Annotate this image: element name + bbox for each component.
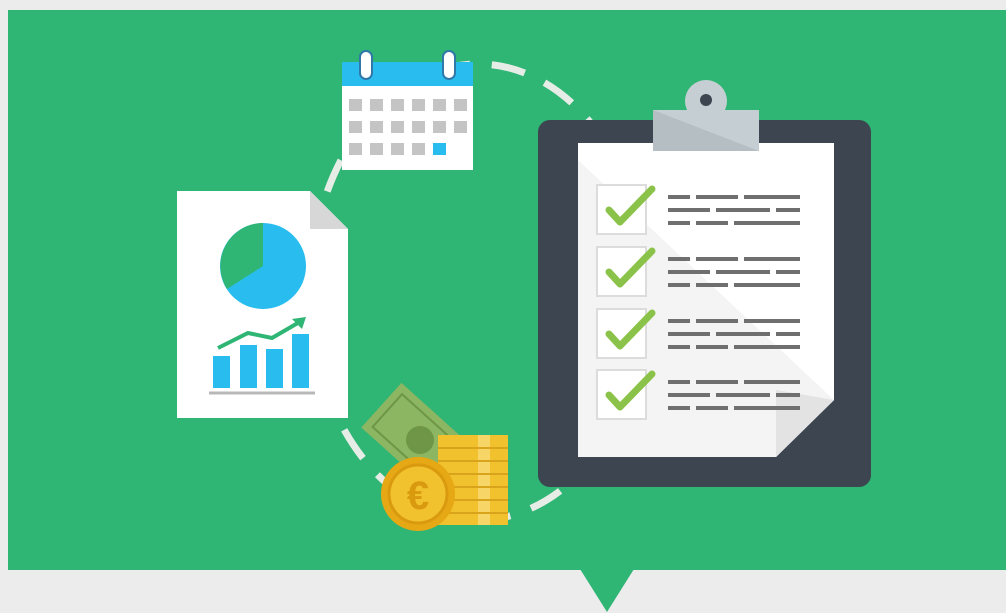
calendar-cell xyxy=(412,99,425,111)
report-document-icon xyxy=(177,191,348,418)
calendar-icon xyxy=(342,50,473,170)
checkbox xyxy=(596,184,647,235)
calendar-cell xyxy=(433,121,446,133)
calendar-cell xyxy=(454,99,467,111)
calendar-highlight-cell xyxy=(433,143,446,155)
pie-chart-icon xyxy=(220,223,306,309)
calendar-cell xyxy=(349,143,362,155)
bar xyxy=(213,356,230,388)
clipboard-checklist-icon xyxy=(538,80,871,487)
euro-symbol: € xyxy=(407,474,429,518)
calendar-cell xyxy=(370,143,383,155)
euro-coin-icon: € xyxy=(381,457,455,531)
calendar-cell xyxy=(349,121,362,133)
bar xyxy=(240,345,257,388)
bar xyxy=(266,349,283,388)
calendar-cell xyxy=(370,121,383,133)
checkbox xyxy=(596,308,647,359)
calendar-cell xyxy=(433,99,446,111)
calendar-cell xyxy=(349,99,362,111)
calendar-cell xyxy=(454,121,467,133)
calendar-cell xyxy=(391,99,404,111)
calendar-cell xyxy=(391,143,404,155)
calendar-cell xyxy=(391,121,404,133)
finance-checklist-illustration: € xyxy=(0,0,1006,613)
bar xyxy=(292,334,309,388)
calendar-cell xyxy=(412,143,425,155)
checkbox xyxy=(596,246,647,297)
calendar-cell xyxy=(412,121,425,133)
checkbox xyxy=(596,369,647,420)
calendar-cell xyxy=(370,99,383,111)
